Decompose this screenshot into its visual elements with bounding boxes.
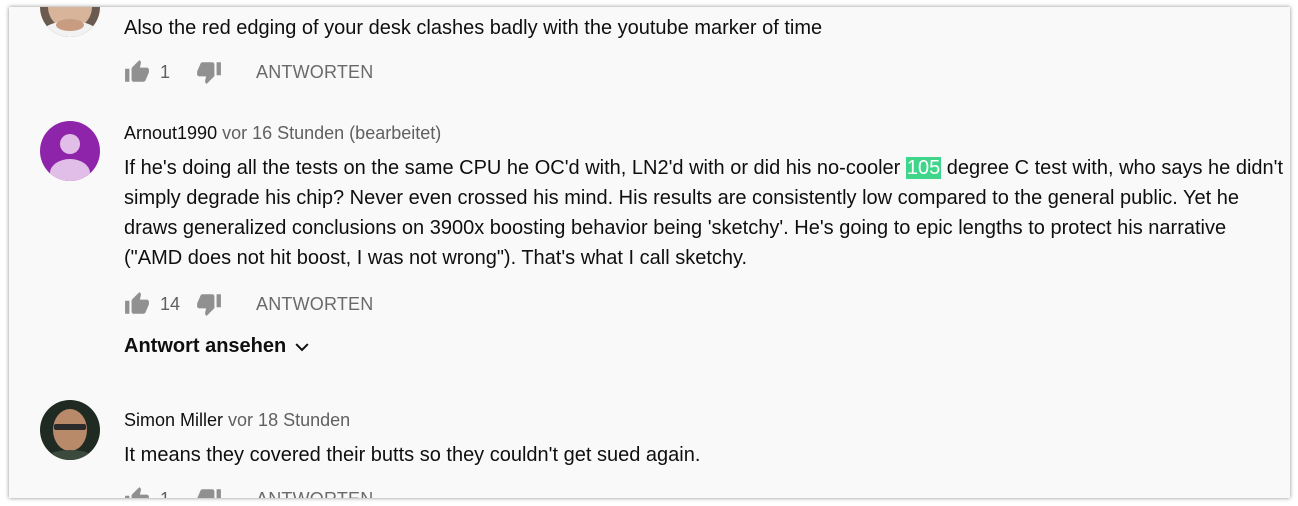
reply-button[interactable]: ANTWORTEN bbox=[256, 489, 373, 499]
comment-header: Simon Miller vor 18 Stunden bbox=[124, 408, 1284, 432]
comment-actions: 1 ANTWORTEN bbox=[124, 484, 1284, 498]
thumb-down-icon[interactable] bbox=[196, 291, 222, 317]
thumb-up-icon[interactable] bbox=[124, 59, 150, 85]
thumb-up-icon[interactable] bbox=[124, 291, 150, 317]
comment-text: Also the red edging of your desk clashes… bbox=[124, 17, 823, 39]
reply-button[interactable]: ANTWORTEN bbox=[256, 294, 373, 315]
author-name[interactable]: Arnout1990 bbox=[124, 123, 217, 143]
search-highlight: 105 bbox=[905, 157, 942, 179]
avatar[interactable] bbox=[40, 400, 100, 460]
avatar[interactable] bbox=[40, 121, 100, 181]
like-count: 1 bbox=[160, 61, 171, 82]
comment-text: It means they covered their butts so the… bbox=[124, 444, 701, 466]
thumb-down-icon[interactable] bbox=[196, 486, 222, 498]
view-replies-button[interactable]: Antwort ansehen bbox=[124, 335, 1284, 358]
avatar[interactable] bbox=[40, 7, 100, 37]
reply-button[interactable]: ANTWORTEN bbox=[256, 62, 373, 83]
comment-text-part: If he's doing all the tests on the same … bbox=[124, 157, 906, 179]
comment-header: Arnout1990 vor 16 Stunden (bearbeitet) bbox=[124, 121, 1284, 145]
view-replies-label: Antwort ansehen bbox=[124, 335, 287, 357]
thumb-down-icon[interactable] bbox=[196, 59, 222, 85]
like-count: 14 bbox=[160, 293, 181, 314]
like-count: 1 bbox=[160, 489, 182, 499]
comment-actions: 14 ANTWORTEN bbox=[124, 289, 1284, 319]
comments-panel: Also the red edging of your desk clashes… bbox=[9, 7, 1290, 498]
author-name[interactable]: Simon Miller bbox=[124, 410, 223, 430]
thumb-up-icon[interactable] bbox=[124, 486, 150, 498]
comment-text: If he's doing all the tests on the same … bbox=[124, 153, 1284, 273]
comment-time[interactable]: vor 18 Stunden bbox=[228, 410, 350, 430]
comment-time[interactable]: vor 16 Stunden (bearbeitet) bbox=[222, 123, 441, 143]
comment-actions: 1 ANTWORTEN bbox=[124, 57, 1284, 87]
chevron-down-icon bbox=[295, 342, 309, 351]
